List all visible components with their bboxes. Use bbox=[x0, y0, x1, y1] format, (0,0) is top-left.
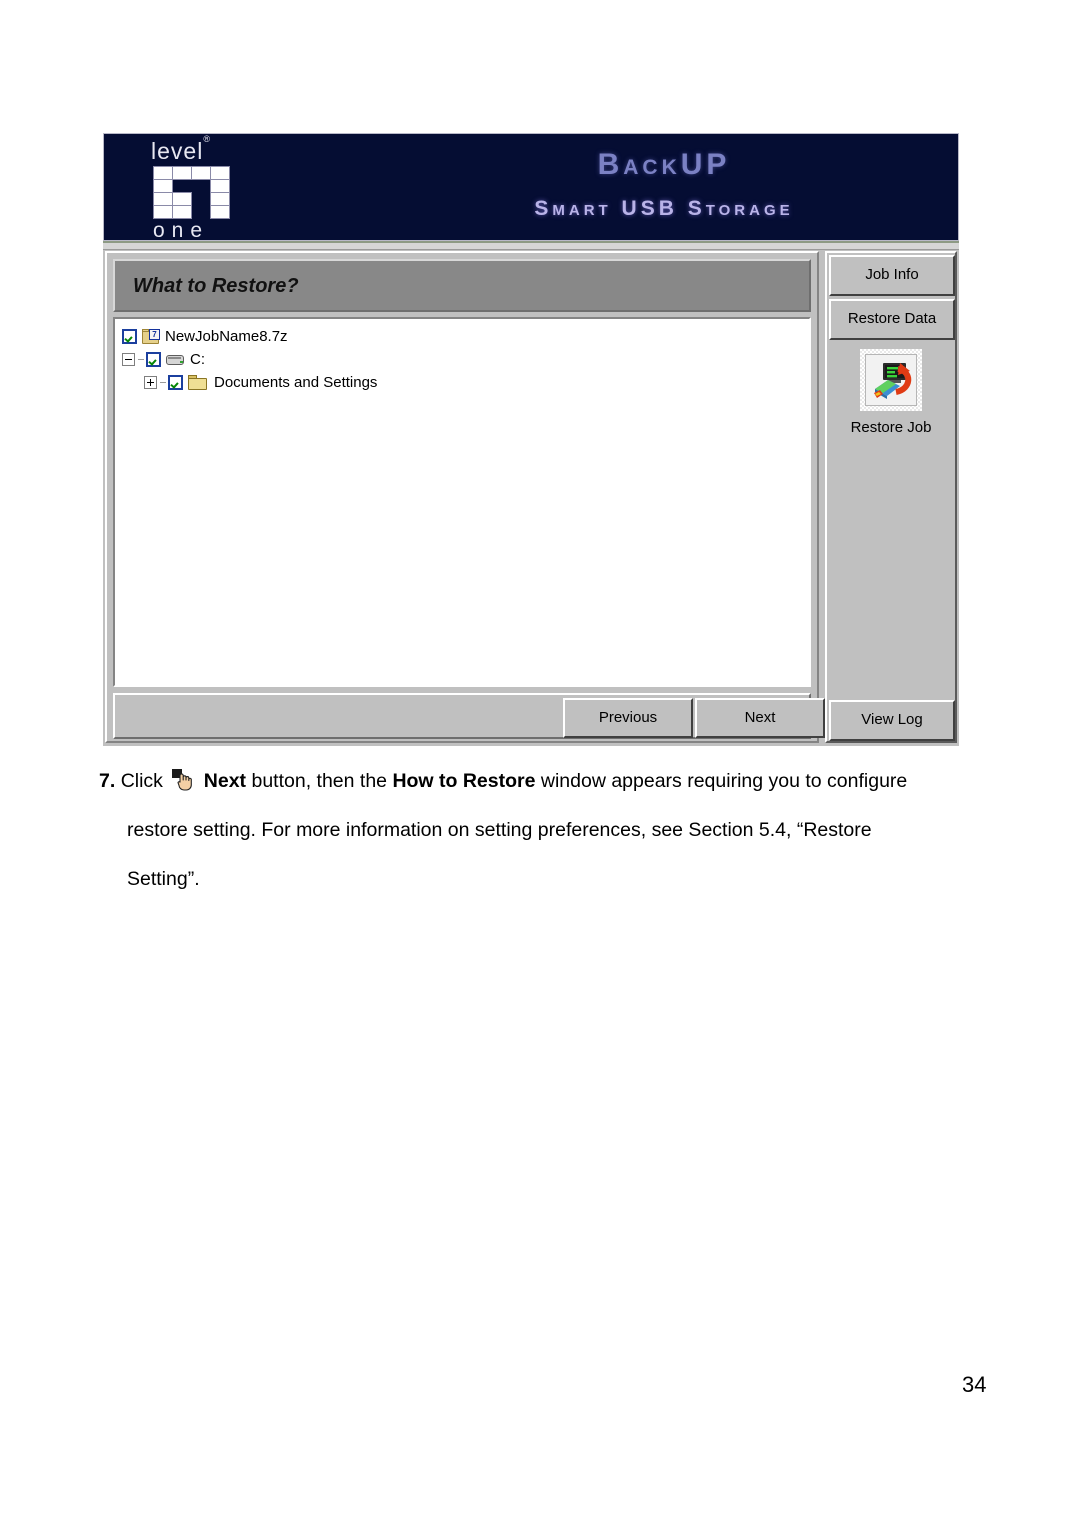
step-text-click: Click bbox=[120, 770, 163, 792]
view-log-button[interactable]: View Log bbox=[829, 700, 955, 741]
tree-item-label: Documents and Settings bbox=[214, 374, 378, 391]
restore-tree-view[interactable]: 7 NewJobName8.7z C: Documents and Settin… bbox=[113, 317, 811, 687]
hand-pointer-icon bbox=[172, 761, 194, 791]
right-sidebar: Job Info Restore Data Restore Job View L… bbox=[825, 251, 957, 743]
step-bold-how-to-restore: How to Restore bbox=[392, 770, 536, 792]
restore-job-label: Restore Job bbox=[850, 419, 932, 436]
tree-item-archive[interactable]: 7 NewJobName8.7z bbox=[115, 325, 809, 348]
levelone-logo: level® one bbox=[151, 134, 261, 241]
backup-application-window: level® one BackUP Smart USB Storage What… bbox=[103, 133, 959, 746]
previous-button[interactable]: Previous bbox=[563, 698, 693, 738]
tree-connector-line bbox=[160, 382, 166, 383]
step-bold-next: Next bbox=[203, 770, 247, 792]
next-button[interactable]: Next bbox=[695, 698, 825, 738]
restore-job-icon-frame bbox=[860, 349, 922, 411]
folder-icon bbox=[188, 375, 207, 390]
restore-data-button[interactable]: Restore Data bbox=[829, 299, 955, 340]
banner-product-subtitle: Smart USB Storage bbox=[534, 197, 794, 220]
logo-word-one: one bbox=[153, 219, 210, 241]
step-text-button-then: button, then the bbox=[251, 770, 388, 792]
hand-pointer-glyph bbox=[172, 769, 193, 791]
tree-item-label: C: bbox=[190, 351, 205, 368]
panel-header-bar: What to Restore? bbox=[113, 259, 811, 312]
app-banner: level® one BackUP Smart USB Storage bbox=[103, 133, 959, 241]
banner-title-group: BackUP Smart USB Storage bbox=[404, 148, 924, 221]
tree-connector-line bbox=[138, 359, 144, 360]
collapse-minus-icon[interactable] bbox=[122, 353, 135, 366]
tree-item-label: NewJobName8.7z bbox=[165, 328, 288, 345]
job-info-button[interactable]: Job Info bbox=[829, 255, 955, 296]
step-text-line-3: Setting”. bbox=[127, 868, 200, 890]
app-body: What to Restore? 7 NewJobName8.7z C: Doc… bbox=[103, 251, 959, 746]
registered-mark-icon: ® bbox=[203, 134, 211, 145]
banner-product-title: BackUP bbox=[597, 148, 731, 181]
checkbox-documents-and-settings[interactable] bbox=[168, 375, 183, 390]
step-number: 7. bbox=[99, 770, 116, 792]
panel-footer-bar: Previous Next bbox=[113, 693, 825, 739]
step-text-window-appears: window appears requiring you to configur… bbox=[540, 770, 908, 792]
logo-pixel-mark-icon bbox=[153, 166, 231, 220]
restore-job-glyph bbox=[874, 363, 912, 399]
manual-step-paragraph: 7. Click Next button, then the How to Re… bbox=[99, 757, 1014, 904]
archive-7z-icon: 7 bbox=[142, 329, 160, 344]
checkbox-drive-c[interactable] bbox=[146, 352, 161, 367]
restore-job-icon[interactable] bbox=[865, 354, 917, 406]
banner-separator bbox=[103, 241, 959, 250]
drive-icon bbox=[166, 353, 184, 366]
tree-item-drive[interactable]: C: bbox=[115, 348, 809, 371]
page-title: What to Restore? bbox=[133, 275, 299, 297]
logo-word-level: level® bbox=[151, 134, 211, 164]
expand-plus-icon[interactable] bbox=[144, 376, 157, 389]
tree-item-folder[interactable]: Documents and Settings bbox=[115, 371, 809, 394]
main-panel: What to Restore? 7 NewJobName8.7z C: Doc… bbox=[105, 251, 825, 743]
step-text-line-2: restore setting. For more information on… bbox=[127, 819, 872, 841]
restore-job-item[interactable]: Restore Job bbox=[827, 349, 955, 436]
checkbox-archive[interactable] bbox=[122, 329, 137, 344]
page-number: 34 bbox=[962, 1372, 987, 1397]
